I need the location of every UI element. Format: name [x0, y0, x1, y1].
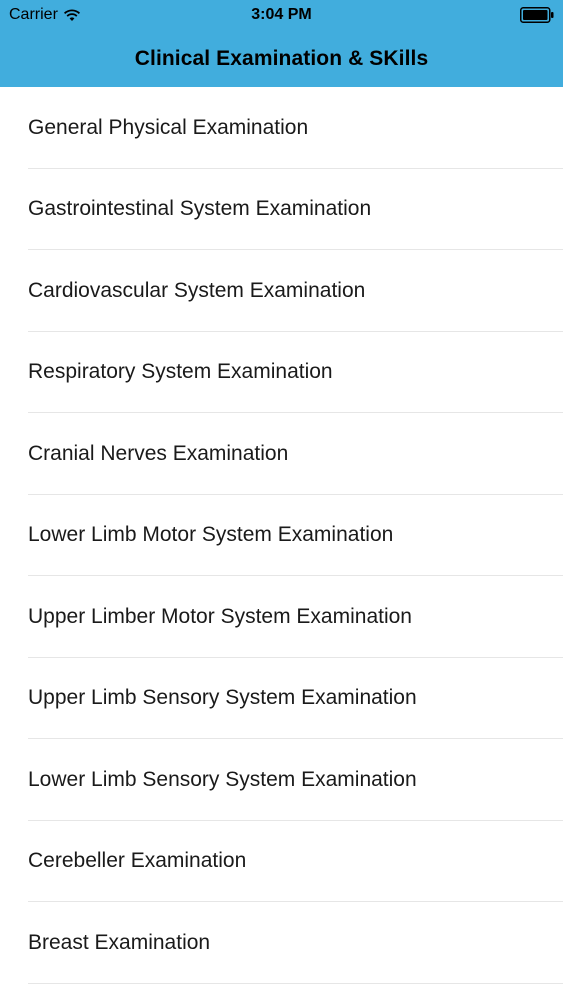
list-item-cardiovascular[interactable]: Cardiovascular System Examination [0, 250, 563, 332]
list-item-label: General Physical Examination [28, 115, 309, 139]
top-bar: Carrier 3:04 PM Clinical Examination & S… [0, 0, 563, 87]
list-item-cranial-nerves[interactable]: Cranial Nerves Examination [0, 413, 563, 495]
status-time: 3:04 PM [251, 6, 312, 23]
battery-icon [520, 7, 554, 23]
list-item-label: Upper Limber Motor System Examination [28, 604, 412, 628]
examination-list: General Physical Examination Gastrointes… [0, 87, 563, 984]
page-title: Clinical Examination & SKills [134, 46, 429, 70]
list-item-label: Upper Limb Sensory System Examination [28, 686, 417, 710]
list-item-label: Gastrointestinal System Examination [28, 197, 372, 221]
list-item-general-physical[interactable]: General Physical Examination [0, 87, 563, 169]
list-item-lower-limb-motor[interactable]: Lower Limb Motor System Examination [0, 495, 563, 577]
navigation-bar: Clinical Examination & SKills [0, 30, 563, 87]
list-item-upper-limb-sensory[interactable]: Upper Limb Sensory System Examination [0, 658, 563, 740]
status-bar: Carrier 3:04 PM [0, 0, 563, 30]
list-item-respiratory[interactable]: Respiratory System Examination [0, 332, 563, 414]
list-item-breast[interactable]: Breast Examination [0, 902, 563, 984]
list-item-label: Cardiovascular System Examination [28, 278, 366, 302]
list-item-upper-limb-motor[interactable]: Upper Limber Motor System Examination [0, 576, 563, 658]
list-item-gastrointestinal[interactable]: Gastrointestinal System Examination [0, 169, 563, 251]
list-item-lower-limb-sensory[interactable]: Lower Limb Sensory System Examination [0, 739, 563, 821]
list-item-label: Breast Examination [28, 930, 211, 954]
list-item-cerebellar[interactable]: Cerebeller Examination [0, 821, 563, 903]
list-item-label: Respiratory System Examination [28, 360, 333, 384]
list-item-label: Cranial Nerves Examination [28, 441, 289, 465]
list-item-label: Cerebeller Examination [28, 849, 247, 873]
list-item-label: Lower Limb Motor System Examination [28, 523, 394, 547]
list-item-label: Lower Limb Sensory System Examination [28, 767, 417, 791]
